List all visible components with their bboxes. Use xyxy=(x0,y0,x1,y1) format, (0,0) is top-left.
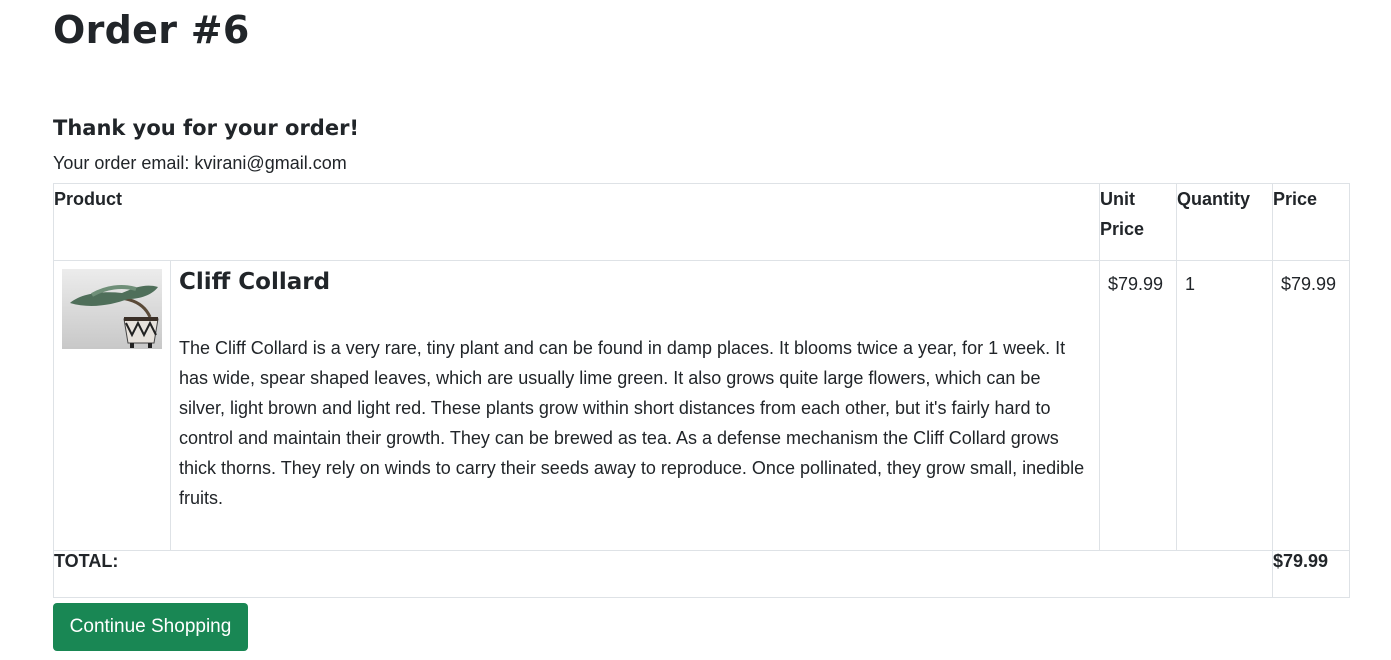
bonsai-plant-image xyxy=(62,269,162,349)
header-price: Price xyxy=(1272,183,1351,261)
total-row: TOTAL: $79.99 xyxy=(52,550,1351,598)
table-row: Cliff Collard The Cliff Collard is a ver… xyxy=(53,260,1351,551)
unit-price-cell: $79.99 xyxy=(1099,260,1178,551)
thank-you-heading: Thank you for your order! xyxy=(53,116,360,140)
order-email-label: Your order email: xyxy=(53,153,195,173)
total-value: $79.99 xyxy=(1272,550,1351,598)
order-email-value: kvirani@gmail.com xyxy=(194,153,347,173)
price-cell: $79.99 xyxy=(1272,260,1351,551)
product-name: Cliff Collard xyxy=(179,269,331,295)
quantity-cell: 1 xyxy=(1176,260,1274,551)
header-unit-price: Unit Price xyxy=(1099,183,1178,261)
page-title: Order #6 xyxy=(53,8,250,52)
continue-shopping-button[interactable]: Continue Shopping xyxy=(53,603,248,651)
product-image-cell xyxy=(53,260,171,551)
product-description: The Cliff Collard is a very rare, tiny p… xyxy=(179,338,1085,508)
header-product: Product xyxy=(52,183,1101,261)
order-email-line: Your order email: kvirani@gmail.com xyxy=(53,151,347,175)
order-table: Product Unit Price Quantity Price Cliff … xyxy=(52,183,1351,598)
table-header-row: Product Unit Price Quantity Price xyxy=(52,183,1351,261)
total-label: TOTAL: xyxy=(52,550,1274,598)
header-quantity: Quantity xyxy=(1176,183,1274,261)
product-info-cell: Cliff Collard The Cliff Collard is a ver… xyxy=(169,260,1101,551)
